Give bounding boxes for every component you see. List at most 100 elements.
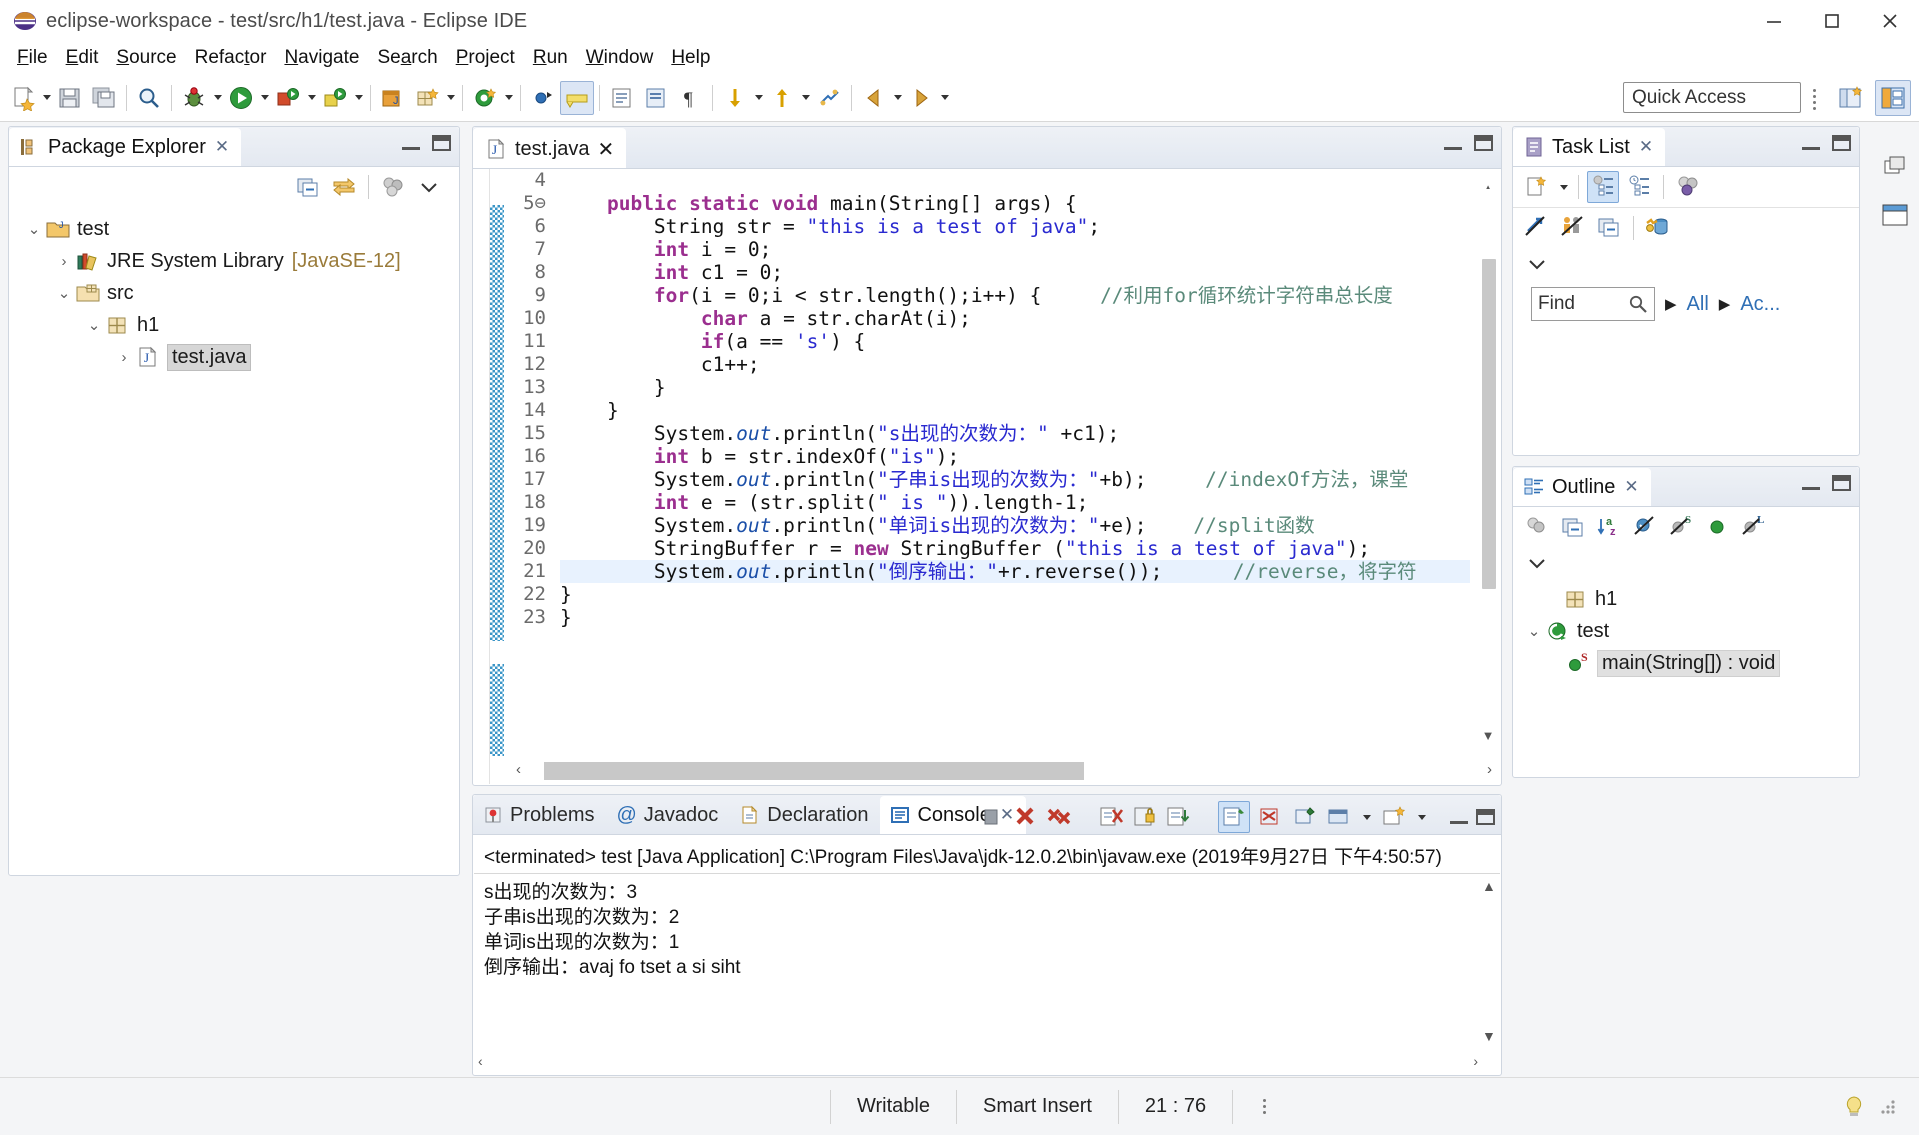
new-wizard-icon[interactable]	[6, 81, 40, 115]
maximize-view-button[interactable]	[1832, 135, 1851, 151]
new-task-dropdown[interactable]	[1557, 170, 1570, 204]
scrollbar-thumb[interactable]	[1482, 259, 1496, 589]
repository-icon[interactable]	[1642, 212, 1674, 244]
back-dropdown[interactable]	[891, 81, 904, 115]
fast-view-handle[interactable]	[1890, 126, 1900, 140]
code-line[interactable]: System.out.println("单词is出现的次数为："+e); //s…	[560, 514, 1470, 537]
new-package-dropdown[interactable]	[444, 81, 457, 115]
open-console-dropdown[interactable]	[1360, 800, 1373, 834]
menu-window[interactable]: Window	[577, 45, 663, 71]
code-line[interactable]: c1++;	[560, 353, 1470, 376]
new-wizard-dropdown[interactable]	[40, 81, 53, 115]
code-line[interactable]: }	[560, 399, 1470, 422]
menu-edit[interactable]: Edit	[57, 45, 108, 71]
fast-view-task-list-icon[interactable]	[1873, 194, 1917, 236]
tree-item-jre-library[interactable]: › JRE System Library [JavaSE-12]	[9, 245, 459, 277]
expand-arrow-icon[interactable]: ⌄	[83, 316, 105, 334]
code-line[interactable]: }	[560, 583, 1470, 606]
link-with-editor-icon[interactable]	[328, 171, 360, 203]
find-input[interactable]: Find	[1531, 287, 1655, 321]
save-all-icon[interactable]	[87, 81, 121, 115]
maximize-view-button[interactable]	[432, 135, 451, 151]
run-icon[interactable]	[224, 81, 258, 115]
open-type-icon[interactable]	[639, 81, 673, 115]
next-annotation-dropdown[interactable]	[752, 81, 765, 115]
previous-annotation-dropdown[interactable]	[799, 81, 812, 115]
editor-vertical-scrollbar[interactable]	[1480, 189, 1496, 750]
resize-grip-icon[interactable]	[1879, 1098, 1897, 1116]
tab-outline[interactable]: Outline ✕	[1513, 468, 1651, 506]
previous-annotation-icon[interactable]	[765, 81, 799, 115]
next-annotation-icon[interactable]	[718, 81, 752, 115]
new-class-dropdown[interactable]	[502, 81, 515, 115]
minimize-view-button[interactable]	[1802, 137, 1820, 150]
editor-canvas[interactable]: 4 5⊖ 6 7 8 9 10 11 12 13 14 15 16 17 18 19 20 21 22 23 publ…	[474, 169, 1500, 784]
code-line[interactable]: }	[560, 606, 1470, 629]
show-console-on-output-icon[interactable]	[1166, 804, 1192, 830]
new-console-view-icon[interactable]	[1381, 804, 1407, 830]
expand-arrow-icon[interactable]: ⌄	[23, 220, 45, 238]
remove-launch-icon[interactable]	[1012, 804, 1038, 830]
menu-navigate[interactable]: Navigate	[275, 45, 368, 71]
minimize-button[interactable]	[1745, 0, 1803, 42]
categorized-presentation-icon[interactable]	[1587, 171, 1619, 203]
debug-icon[interactable]	[177, 81, 211, 115]
code-line[interactable]: StringBuffer r = new StringBuffer ("this…	[560, 537, 1470, 560]
filter-all-label[interactable]: All	[1687, 293, 1709, 316]
open-console-icon[interactable]	[1326, 804, 1352, 830]
mark-occurrences-icon[interactable]	[560, 80, 594, 115]
minimize-console-button[interactable]	[1450, 811, 1468, 824]
new-task-icon[interactable]	[1521, 171, 1553, 203]
tree-item-test-java-file[interactable]: › J test.java	[9, 341, 459, 373]
pilcrow-icon[interactable]: ¶	[673, 81, 707, 115]
close-icon[interactable]: ✕	[1624, 477, 1638, 497]
hide-fields-icon[interactable]	[1629, 511, 1661, 543]
hscrollbar-thumb[interactable]	[544, 762, 1084, 780]
back-icon[interactable]	[857, 81, 891, 115]
console-horizontal-scrollbar[interactable]: ‹ ›	[478, 1052, 1478, 1072]
minimize-view-button[interactable]	[402, 137, 420, 150]
hide-local-icon[interactable]: L	[1737, 511, 1769, 543]
filter-all-arrow-icon[interactable]: ▶	[1665, 295, 1677, 313]
pin-icon[interactable]	[1292, 804, 1318, 830]
close-button[interactable]	[1861, 0, 1919, 42]
view-menu-icon[interactable]	[1521, 248, 1553, 280]
code-line[interactable]: String str = "this is a test of java";	[560, 215, 1470, 238]
tab-package-explorer[interactable]: Package Explorer ✕	[9, 128, 242, 166]
focus-icon[interactable]	[1521, 511, 1553, 543]
expand-arrow-icon[interactable]: ›	[53, 253, 75, 270]
view-menu-icon[interactable]	[1521, 547, 1553, 579]
code-line[interactable]: if(a == 's') {	[560, 330, 1470, 353]
run-external-tools-icon[interactable]	[271, 81, 305, 115]
run-dropdown[interactable]	[258, 81, 271, 115]
annotation-ruler[interactable]	[474, 169, 490, 784]
code-line[interactable]: int b = str.indexOf("is");	[560, 445, 1470, 468]
terminate-icon[interactable]	[978, 804, 1004, 830]
console-vertical-scrollbar[interactable]: ▲ ▼	[1480, 878, 1498, 1044]
save-icon[interactable]	[53, 81, 87, 115]
code-line[interactable]: char a = str.charAt(i);	[560, 307, 1470, 330]
collapse-all-icon[interactable]	[1557, 511, 1589, 543]
menu-help[interactable]: Help	[662, 45, 719, 71]
synchronize-changed-icon[interactable]	[1521, 212, 1553, 244]
menu-project[interactable]: Project	[447, 45, 524, 71]
menu-refactor[interactable]: Refactor	[186, 45, 276, 71]
toggle-breakpoint-icon[interactable]	[526, 81, 560, 115]
tree-item-h1-package[interactable]: ⌄ h1	[9, 309, 459, 341]
outline-item-h1[interactable]: h1	[1513, 583, 1859, 615]
search-icon[interactable]	[1628, 294, 1648, 314]
expand-arrow-icon[interactable]: ⌄	[53, 284, 75, 302]
toolbar-overflow-handle[interactable]	[1809, 82, 1819, 116]
clear-console-icon[interactable]	[1098, 804, 1124, 830]
close-icon[interactable]: ✕	[597, 137, 614, 162]
new-java-project-icon[interactable]: J	[376, 81, 410, 115]
view-menu-bullets-icon[interactable]	[377, 171, 409, 203]
maximize-view-button[interactable]	[1832, 475, 1851, 491]
minimize-editor-button[interactable]	[1444, 137, 1462, 150]
menu-source[interactable]: Source	[107, 45, 185, 71]
maximize-console-button[interactable]	[1476, 809, 1495, 825]
status-overflow-handle[interactable]	[1232, 1089, 1295, 1124]
console-output[interactable]: s出现的次数为：3 子串is出现的次数为：2 单词is出现的次数为：1 倒序输出：av…	[474, 874, 1500, 986]
menu-file[interactable]: File	[8, 45, 57, 71]
source-code[interactable]: public static void main(String[] args) {…	[560, 169, 1470, 784]
